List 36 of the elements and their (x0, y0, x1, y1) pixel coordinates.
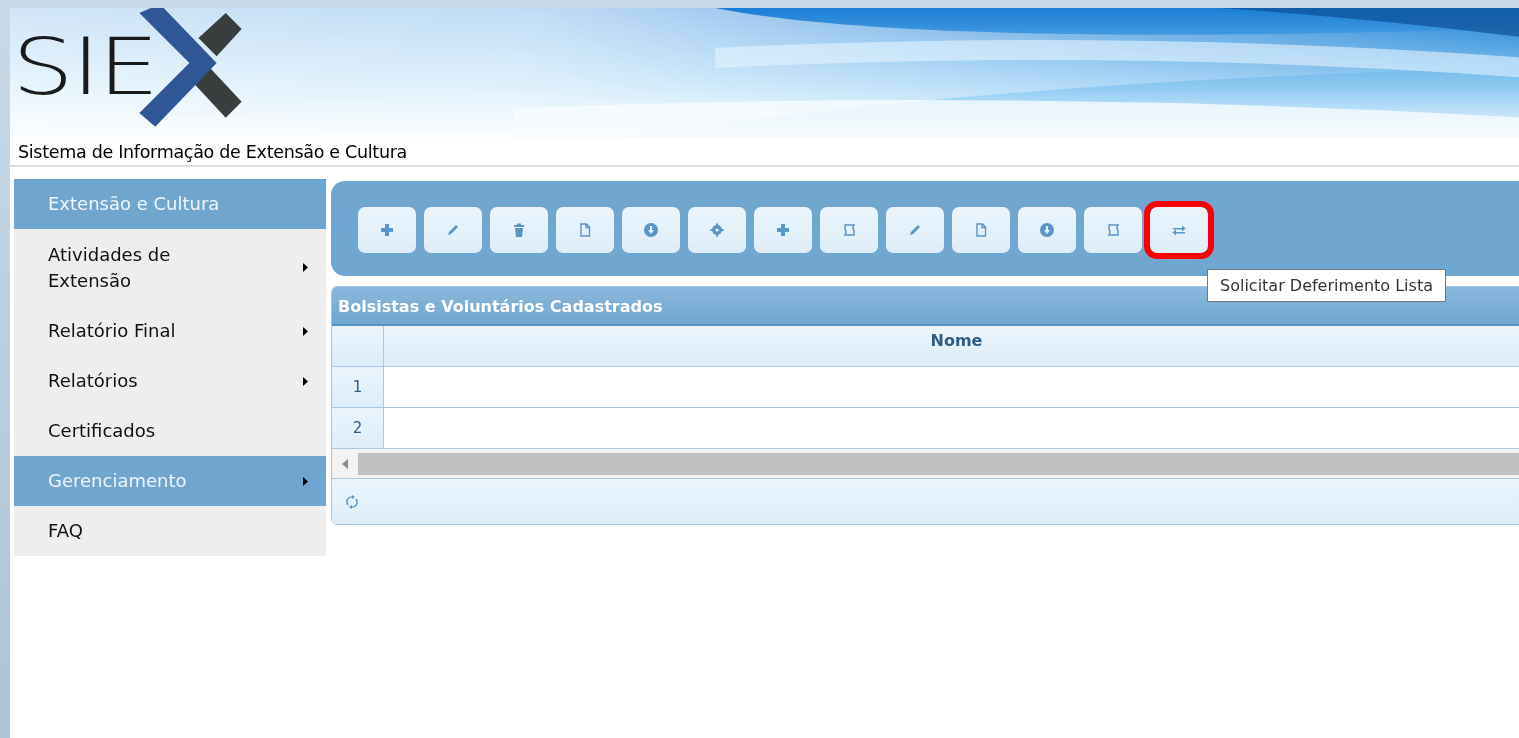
system-subtitle: Sistema de Informação de Extensão e Cultura (10, 138, 1519, 167)
toolbar-button[interactable] (622, 207, 680, 253)
row-number: 2 (332, 408, 384, 448)
toolbar-button[interactable] (358, 207, 416, 253)
sidebar-item[interactable]: Relatórios (14, 356, 326, 406)
download-icon (1039, 222, 1055, 238)
file-icon (973, 222, 989, 238)
refresh-icon[interactable] (344, 493, 360, 510)
toolbar-button[interactable] (688, 207, 746, 253)
plus-icon (775, 222, 791, 238)
plus-icon (379, 222, 395, 238)
pencil-icon (907, 222, 923, 238)
trash-icon (511, 222, 527, 238)
download-icon (643, 222, 659, 238)
toolbar-button[interactable] (556, 207, 614, 253)
row-number: 1 (332, 367, 384, 407)
toolbar-button[interactable] (754, 207, 812, 253)
toolbar-button[interactable] (886, 207, 944, 253)
sidebar-item[interactable]: FAQ (14, 506, 326, 556)
scroll-icon (841, 222, 857, 238)
scroll-left-icon[interactable] (342, 458, 348, 469)
toolbar-button[interactable] (1018, 207, 1076, 253)
scrollbar-thumb[interactable] (358, 452, 1519, 475)
toolbar-button[interactable] (424, 207, 482, 253)
toolbar-button[interactable] (1084, 207, 1142, 253)
sidebar-item[interactable]: Relatório Final (14, 306, 326, 356)
file-icon (577, 222, 593, 238)
sidebar-header: Extensão e Cultura (14, 179, 326, 229)
sidebar-item[interactable]: Certificados (14, 406, 326, 456)
sidebar-item[interactable]: Atividades de Extensão (14, 229, 326, 306)
scroll-icon (1105, 222, 1121, 238)
pencil-icon (445, 222, 461, 238)
toolbar-button[interactable] (490, 207, 548, 253)
toolbar-button[interactable] (952, 207, 1010, 253)
toolbar-button[interactable] (820, 207, 878, 253)
logo-text: SIE (12, 28, 157, 106)
